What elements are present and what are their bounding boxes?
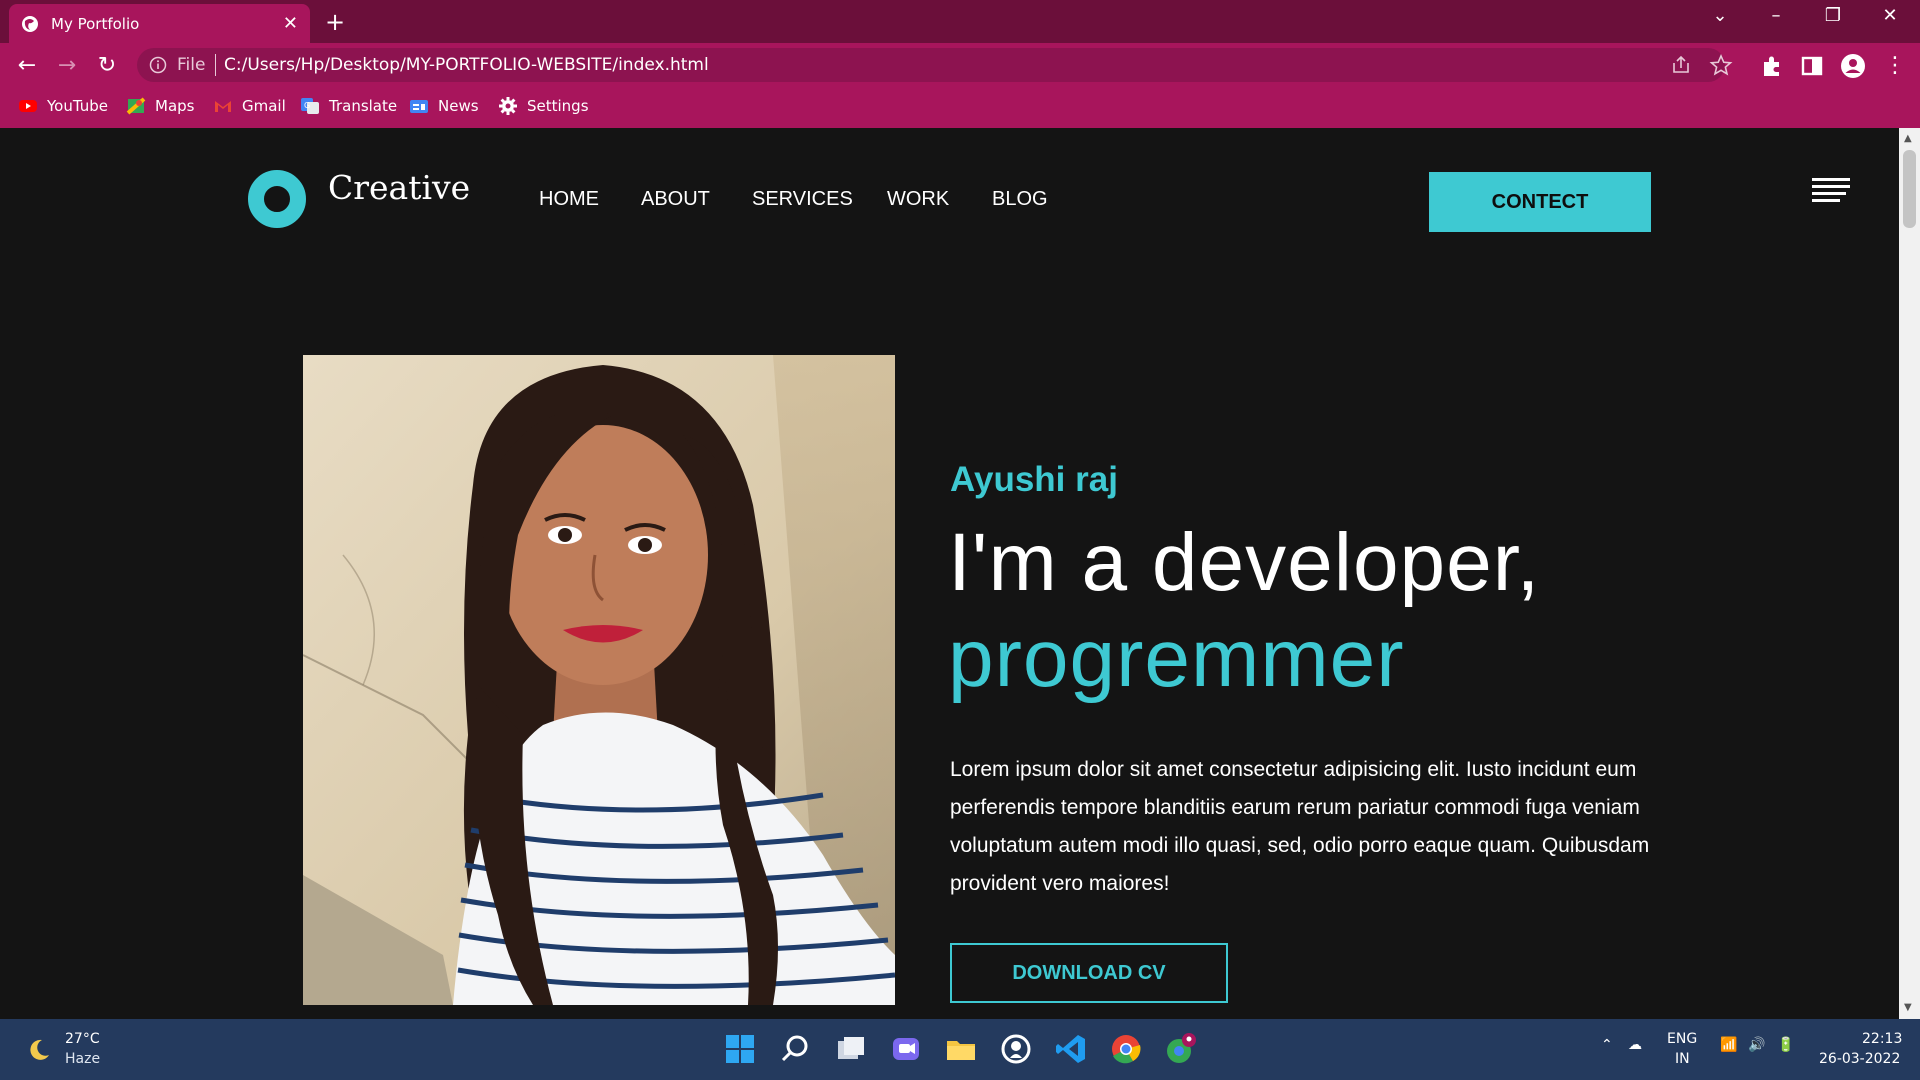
profile-photo (303, 355, 895, 1005)
minimize-icon[interactable]: – (1756, 5, 1796, 26)
nav-blog[interactable]: BLOG (992, 188, 1048, 211)
windows-start-icon[interactable] (723, 1032, 757, 1066)
address-bar[interactable]: File C:/Users/Hp/Desktop/MY-PORTFOLIO-WE… (137, 48, 1733, 82)
weather-temperature[interactable]: 27°C (65, 1031, 100, 1047)
language-code[interactable]: ENG (1667, 1031, 1697, 1047)
tray-overflow-chevron-icon[interactable]: ⌃ (1601, 1037, 1613, 1053)
bookmark-translate[interactable]: G Translate (300, 96, 397, 116)
bookmark-label: Maps (155, 97, 195, 115)
bookmark-youtube[interactable]: YouTube (18, 96, 108, 116)
teams-chat-icon[interactable] (889, 1032, 923, 1066)
scroll-up-arrow-icon[interactable]: ▲ (1904, 133, 1912, 144)
reload-icon[interactable]: ↻ (92, 51, 122, 81)
nav-home[interactable]: HOME (539, 188, 599, 211)
chrome-profile-active-icon[interactable] (1164, 1032, 1198, 1066)
side-panel-icon[interactable] (1799, 53, 1825, 79)
clock-time[interactable]: 22:13 (1862, 1031, 1902, 1047)
tab-title: My Portfolio (51, 14, 140, 33)
bookmark-label: Translate (329, 97, 398, 115)
vscode-icon[interactable] (1054, 1032, 1088, 1066)
bookmark-label: Settings (527, 97, 589, 115)
address-divider (215, 54, 216, 76)
hero-headline: I'm a developer, (948, 517, 1541, 608)
share-icon[interactable] (1669, 54, 1693, 76)
weather-condition[interactable]: Haze (65, 1051, 100, 1067)
hero-description: Lorem ipsum dolor sit amet consectetur a… (950, 758, 1650, 895)
task-view-icon[interactable] (834, 1032, 868, 1066)
bookmarks-bar: YouTube Maps Gmail G Translate News Sett… (0, 88, 1920, 128)
portfolio-page: Creative HOME ABOUT SERVICES WORK BLOG C… (0, 128, 1899, 1019)
logo-text[interactable]: Creative (328, 168, 470, 207)
tab-search-chevron-icon[interactable]: ⌄ (1700, 5, 1740, 26)
bookmark-news[interactable]: News (409, 96, 479, 116)
clock-date[interactable]: 26-03-2022 (1819, 1051, 1900, 1067)
restore-icon[interactable]: ❐ (1813, 5, 1853, 26)
translate-icon: G (301, 98, 319, 114)
extensions-puzzle-icon[interactable] (1759, 53, 1785, 79)
scroll-thumb[interactable] (1903, 150, 1916, 228)
bookmark-settings[interactable]: Settings (498, 96, 589, 116)
address-url[interactable]: C:/Users/Hp/Desktop/MY-PORTFOLIO-WEBSITE… (224, 55, 709, 75)
battery-icon[interactable]: 🔋 (1777, 1037, 1794, 1053)
nav-about[interactable]: ABOUT (641, 188, 710, 211)
windows-taskbar: 27°C Haze ⌃ ☁ ENG IN 📶 🔊 🔋 22:13 26-03-2… (0, 1019, 1920, 1080)
hero-subheadline: progremmer (948, 613, 1405, 704)
back-arrow-icon[interactable]: ← (12, 51, 42, 81)
bookmark-maps[interactable]: Maps (126, 96, 194, 116)
globe-icon (22, 15, 38, 32)
browser-tab-active[interactable]: My Portfolio ✕ (9, 4, 310, 43)
gear-icon (499, 97, 517, 115)
youtube-icon (19, 100, 37, 112)
address-scheme-label: File (177, 55, 206, 75)
svg-text:G: G (304, 101, 310, 110)
profile-photo-illustration (303, 355, 895, 1005)
browser-menu-icon[interactable]: ⋮ (1880, 51, 1910, 81)
onedrive-error-icon[interactable]: ☁ (1628, 1037, 1642, 1053)
nav-services[interactable]: SERVICES (752, 188, 853, 211)
wifi-icon[interactable]: 📶 (1720, 1037, 1737, 1053)
forward-arrow-icon[interactable]: → (52, 51, 82, 81)
file-explorer-icon[interactable] (944, 1032, 978, 1066)
tab-close-icon[interactable]: ✕ (283, 13, 298, 34)
nav-work[interactable]: WORK (887, 188, 949, 211)
volume-icon[interactable]: 🔊 (1748, 1037, 1765, 1053)
profile-avatar-icon[interactable] (1840, 53, 1866, 79)
news-icon (410, 100, 428, 113)
new-tab-button[interactable]: + (325, 8, 345, 36)
moon-weather-icon[interactable] (26, 1037, 52, 1063)
language-region[interactable]: IN (1675, 1051, 1690, 1067)
contact-button[interactable]: CONTECT (1429, 172, 1651, 232)
gmail-icon (215, 101, 231, 112)
github-desktop-icon[interactable] (999, 1032, 1033, 1066)
bookmark-label: News (438, 97, 479, 115)
page-scrollbar[interactable]: ▲ ▼ (1899, 128, 1920, 1019)
hamburger-menu-icon[interactable] (1812, 178, 1850, 208)
search-icon[interactable] (778, 1032, 812, 1066)
download-cv-button[interactable]: DOWNLOAD CV (950, 943, 1228, 1003)
bookmark-label: Gmail (242, 97, 286, 115)
bookmark-gmail[interactable]: Gmail (213, 96, 286, 116)
browser-tab-bar: My Portfolio ✕ + ⌄ – ❐ ✕ (0, 0, 1920, 43)
chrome-icon[interactable] (1109, 1032, 1143, 1066)
info-icon[interactable] (149, 56, 167, 74)
logo-ring-icon[interactable] (248, 170, 306, 228)
scroll-down-arrow-icon[interactable]: ▼ (1904, 1002, 1912, 1013)
close-window-icon[interactable]: ✕ (1870, 5, 1910, 26)
maps-icon (126, 97, 146, 115)
bookmark-label: YouTube (47, 97, 108, 115)
browser-toolbar: ← → ↻ File C:/Users/Hp/Desktop/MY-PORTFO… (0, 43, 1920, 88)
hero-name: Ayushi raj (950, 460, 1118, 499)
bookmark-star-icon[interactable] (1709, 54, 1733, 76)
